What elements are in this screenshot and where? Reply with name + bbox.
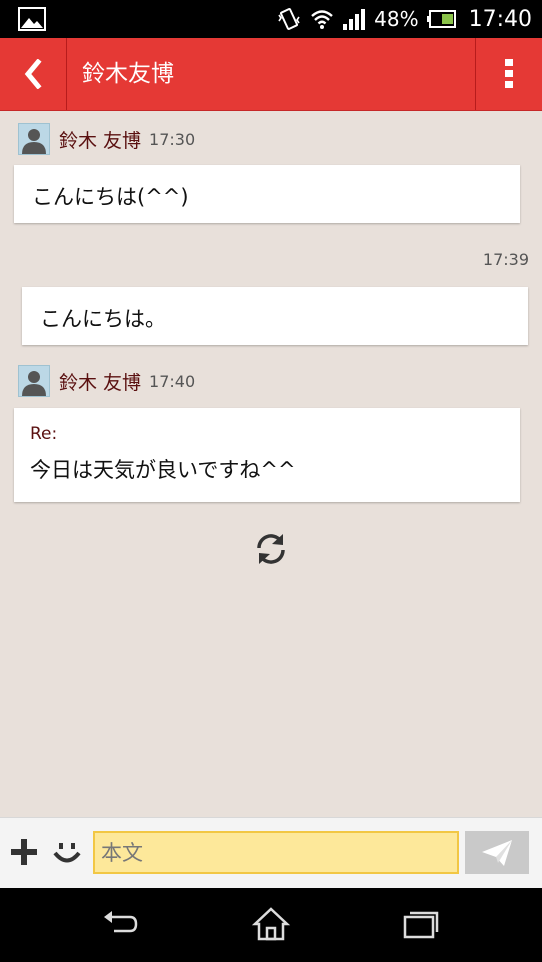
status-time: 17:40 <box>468 6 532 32</box>
person-icon <box>22 371 46 396</box>
more-vertical-icon <box>505 59 513 88</box>
chat-area[interactable]: 鈴木 友博 17:30 こんにちは(^^) 17:39 こんにちは。 鈴木 友博… <box>0 111 542 817</box>
battery-percentage: 48% <box>374 7 419 31</box>
message-sender-row: 鈴木 友博 17:30 <box>18 123 195 155</box>
nav-recent-apps-button[interactable] <box>399 904 443 944</box>
incoming-message-bubble[interactable]: こんにちは(^^) <box>14 165 520 223</box>
nav-back-button[interactable] <box>98 904 142 944</box>
message-text-input[interactable] <box>93 831 459 874</box>
message-time: 17:30 <box>149 129 196 149</box>
overflow-menu-button[interactable] <box>475 38 542 110</box>
status-bar: 48% 17:40 <box>0 0 542 38</box>
conversation-title: 鈴木友博 <box>82 61 174 87</box>
refresh-icon[interactable] <box>253 531 289 567</box>
send-button[interactable] <box>465 831 529 874</box>
paper-plane-icon <box>482 839 512 866</box>
wifi-icon <box>311 10 333 29</box>
person-icon <box>22 129 46 154</box>
avatar[interactable] <box>18 123 50 155</box>
system-navigation-bar <box>0 888 542 962</box>
avatar[interactable] <box>18 365 50 397</box>
vibrate-icon <box>278 8 300 30</box>
sender-name: 鈴木 友博 <box>59 129 142 152</box>
message-text: 今日は天気が良いですね^^ <box>30 458 296 482</box>
emoji-icon[interactable] <box>50 836 84 870</box>
back-button[interactable] <box>0 38 67 110</box>
reply-label: Re: <box>30 424 58 444</box>
message-text: こんにちは。 <box>40 307 166 331</box>
outgoing-message-bubble[interactable]: こんにちは。 <box>22 287 528 345</box>
message-input-bar <box>0 817 542 889</box>
message-time: 17:40 <box>149 371 196 391</box>
message-time: 17:39 <box>482 250 529 269</box>
message-text: こんにちは(^^) <box>32 185 189 209</box>
image-icon <box>18 7 46 31</box>
sender-name: 鈴木 友博 <box>59 371 142 394</box>
chevron-left-icon <box>24 59 42 89</box>
message-sender-row: 鈴木 友博 17:40 <box>18 365 195 397</box>
back-arrow-icon <box>104 911 138 933</box>
nav-home-button[interactable] <box>249 904 293 944</box>
recent-apps-icon <box>403 911 439 939</box>
app-header: 鈴木友博 <box>0 38 542 111</box>
incoming-message-bubble[interactable]: Re: 今日は天気が良いですね^^ <box>14 408 520 502</box>
plus-icon[interactable] <box>8 836 40 868</box>
signal-icon <box>343 9 366 30</box>
home-icon <box>251 907 291 941</box>
battery-icon <box>426 10 456 28</box>
